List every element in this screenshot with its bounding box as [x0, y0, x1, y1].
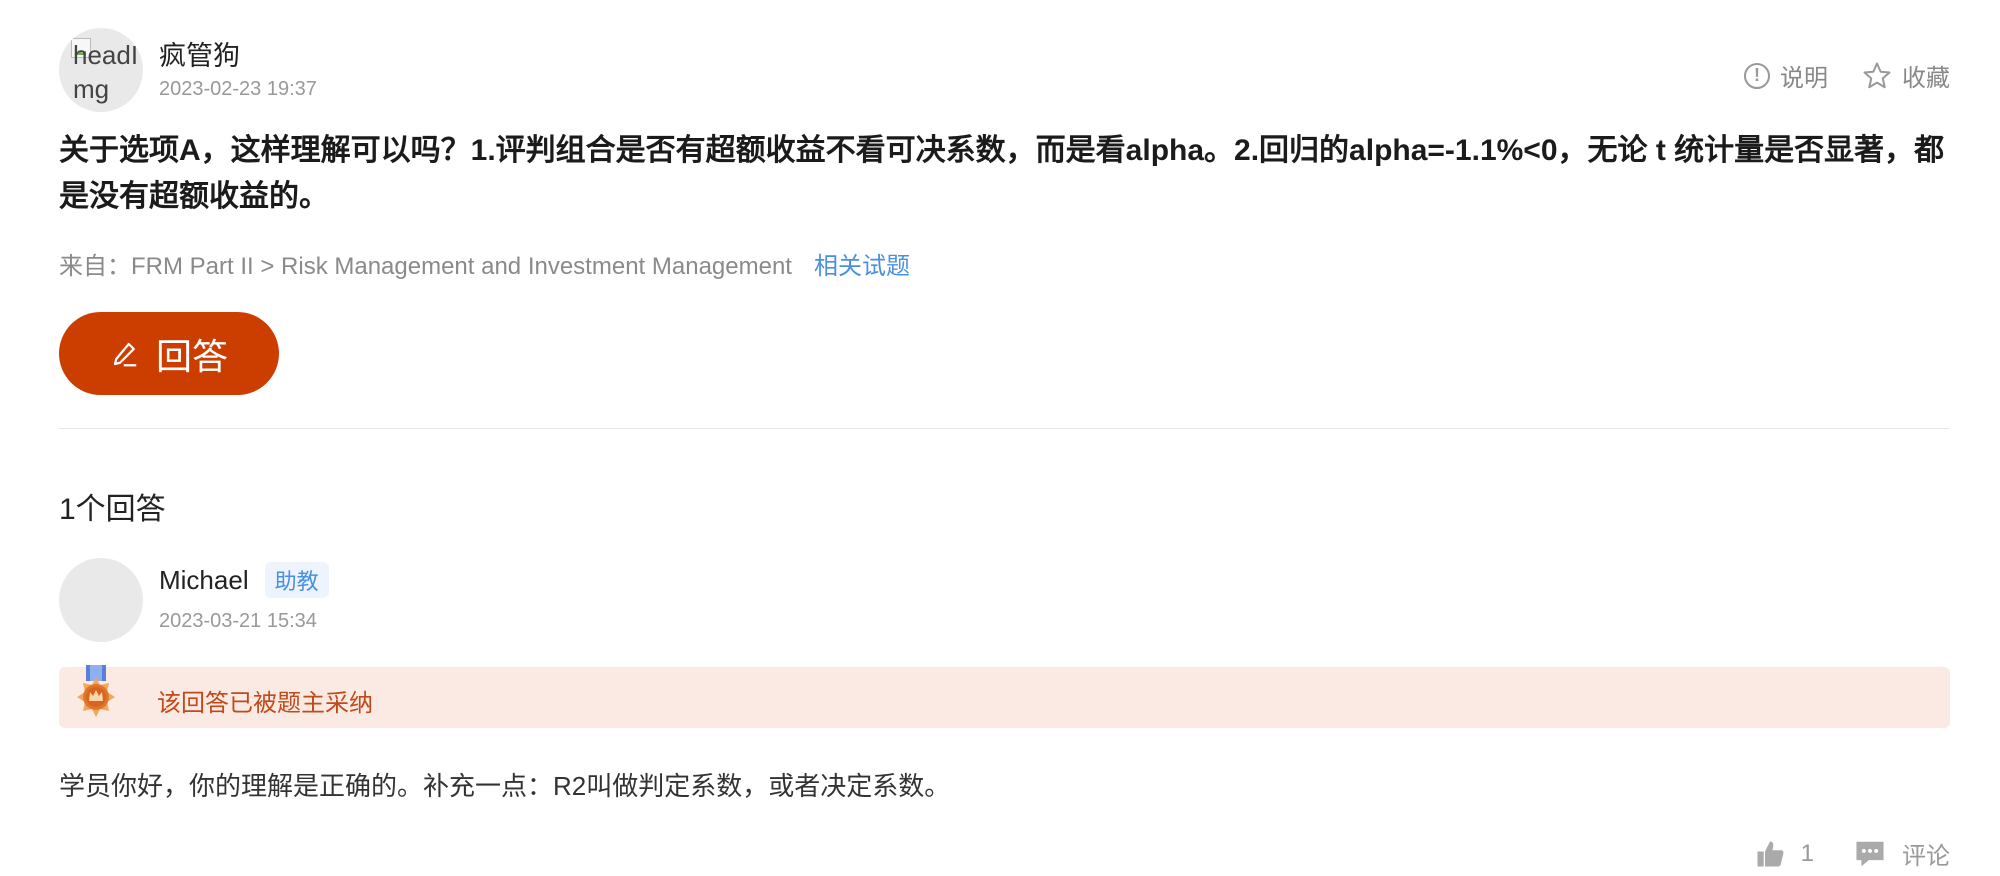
divider — [59, 428, 1950, 429]
adopted-banner: 该回答已被题主采纳 — [59, 665, 1950, 728]
favorite-label: 收藏 — [1902, 65, 1950, 92]
answers-count: 1个回答 — [59, 493, 166, 526]
qa-page: headImg 疯管狗 2023-02-23 19:37 ! 说明 收藏 关于选… — [59, 0, 1950, 876]
adopted-text: 该回答已被题主采纳 — [157, 690, 373, 717]
info-icon: ! — [1744, 62, 1770, 89]
source-path: FRM Part II > Risk Management and Invest… — [131, 253, 792, 280]
pencil-icon — [113, 342, 137, 366]
comment-icon — [1856, 841, 1884, 866]
answer-actions: 1 评论 — [1755, 836, 1950, 871]
role-badge: 助教 — [264, 562, 329, 598]
question-header: headImg 疯管狗 2023-02-23 19:37 ! 说明 收藏 — [59, 28, 1950, 112]
answerer-name[interactable]: Michael — [159, 565, 249, 596]
comment-label: 评论 — [1902, 843, 1950, 870]
asker-name[interactable]: 疯管狗 — [159, 34, 240, 73]
question-source: 来自：FRM Part II > Risk Management and Inv… — [59, 246, 910, 281]
favorite-button[interactable]: 收藏 — [1862, 58, 1950, 93]
answer-body: 学员你好，你的理解是正确的。补充一点：R2叫做判定系数，或者决定系数。 — [59, 771, 951, 801]
explain-button[interactable]: ! 说明 — [1744, 58, 1828, 93]
answerer-info: Michael 助教 — [159, 562, 329, 598]
like-count: 1 — [1800, 839, 1814, 867]
question-time: 2023-02-23 19:37 — [159, 78, 317, 100]
answer-button[interactable]: 回答 — [59, 312, 279, 395]
answer-time: 2023-03-21 15:34 — [159, 610, 317, 632]
question-actions: ! 说明 收藏 — [1744, 58, 1950, 93]
answer-header: Michael 助教 2023-03-21 15:34 — [59, 558, 1950, 642]
explain-label: 说明 — [1780, 65, 1828, 92]
star-icon — [1863, 62, 1891, 88]
medal-icon — [77, 665, 115, 717]
related-questions-link[interactable]: 相关试题 — [814, 253, 910, 280]
answerer-avatar[interactable] — [59, 558, 143, 642]
answer-button-label: 回答 — [155, 335, 228, 377]
like-button[interactable]: 1 — [1755, 839, 1814, 869]
asker-avatar[interactable]: headImg — [59, 28, 143, 112]
question-title: 关于选项A，这样理解可以吗？1.评判组合是否有超额收益不看可决系数，而是看alp… — [59, 134, 1945, 213]
source-prefix: 来自： — [59, 253, 131, 280]
comment-button[interactable]: 评论 — [1854, 836, 1950, 871]
avatar-alt-text: headImg — [73, 40, 139, 104]
thumbs-up-icon — [1757, 841, 1784, 866]
